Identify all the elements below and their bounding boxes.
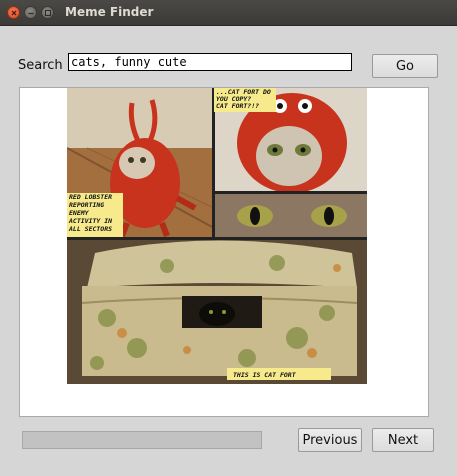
close-window-button[interactable] [7, 6, 20, 19]
search-input[interactable] [68, 53, 352, 71]
progress-bar [22, 431, 262, 449]
maximize-icon [45, 10, 51, 16]
caption-bottom: THIS IS CAT FORT [233, 371, 297, 379]
maximize-window-button[interactable] [41, 6, 54, 19]
previous-button[interactable]: Previous [298, 428, 362, 452]
meme-picture: ...CAT FORT DO YOU COPY? CAT FORT?!? RED… [67, 88, 367, 384]
caption-left-line-5: ALL SECTORS [68, 225, 112, 233]
caption-top-line-3: CAT FORT?!? [216, 102, 259, 110]
caption-left-line-4: ACTIVITY IN [68, 217, 112, 225]
window-title: Meme Finder [65, 5, 154, 19]
close-icon [11, 10, 17, 16]
next-button[interactable]: Next [372, 428, 434, 452]
caption-left-line-3: ENEMY [69, 209, 90, 217]
minimize-icon [28, 12, 34, 15]
caption-left-line-1: RED LOBSTER [69, 193, 112, 201]
go-button[interactable]: Go [372, 54, 438, 78]
search-label: Search [18, 58, 63, 73]
minimize-window-button[interactable] [24, 6, 37, 19]
title-bar: Meme Finder [0, 0, 457, 26]
caption-left-line-2: REPORTING [69, 201, 104, 209]
meme-image: ...CAT FORT DO YOU COPY? CAT FORT?!? RED… [67, 88, 367, 384]
